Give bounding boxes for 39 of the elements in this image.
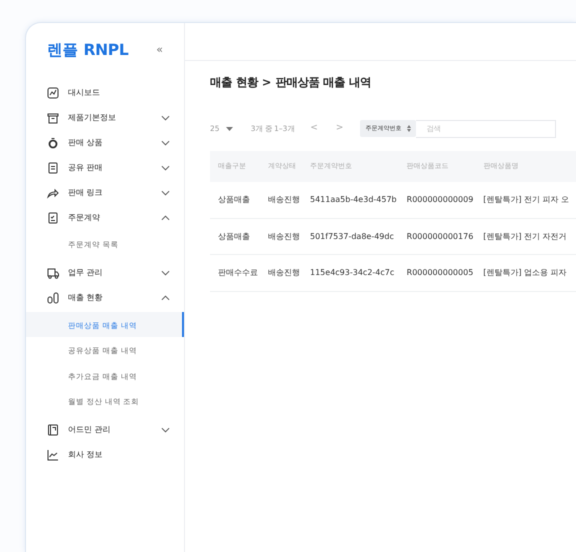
trend-icon bbox=[47, 449, 59, 462]
sidebar-item[interactable]: 회사 정보 bbox=[26, 442, 184, 468]
sidebar-item[interactable]: 대시보드 bbox=[26, 80, 184, 106]
table-cell: R000000000009 bbox=[406, 182, 484, 218]
box-icon bbox=[47, 112, 59, 124]
document-icon bbox=[47, 162, 59, 174]
caret-icon bbox=[226, 126, 233, 132]
sidebar-item[interactable]: 주문계약 bbox=[26, 205, 184, 230]
table-cell: 상품매출 bbox=[210, 182, 268, 218]
table-cell: 115e4c93-34c2-4c7c bbox=[310, 254, 407, 292]
table-cell: R000000000176 bbox=[406, 218, 484, 255]
table-cell: [렌탈특가] 전기 자전거 bbox=[483, 218, 576, 255]
truck-icon bbox=[47, 267, 59, 280]
sidebar-item[interactable]: 업무 관리 bbox=[26, 260, 184, 286]
page-title: 매출 현황 > 판매상품 매출 내역 bbox=[210, 75, 372, 91]
table-cell: 배송진행 bbox=[268, 182, 310, 218]
table-cell: 배송진행 bbox=[268, 218, 310, 255]
table-cell: 상품매출 bbox=[210, 218, 268, 255]
chart-icon bbox=[47, 86, 59, 99]
table-cell: 501f7537-da8e-49dc bbox=[310, 218, 407, 255]
share-icon bbox=[47, 186, 59, 199]
table-cell: 5411aa5b-4e3d-457b bbox=[310, 182, 407, 218]
sort-arrows-icon bbox=[407, 125, 412, 132]
sidebar-item[interactable]: 판매 링크 bbox=[26, 180, 184, 206]
sidebar-item[interactable]: 어드민 관리 bbox=[26, 418, 184, 443]
sidebar-item[interactable]: 판매 상품 bbox=[26, 130, 184, 156]
logo: 렌플 RNPL bbox=[47, 40, 128, 61]
table-cell: 배송진행 bbox=[268, 254, 310, 292]
sidebar-item[interactable]: 공유 판매 bbox=[26, 155, 184, 180]
collapse-button[interactable]: « bbox=[156, 42, 163, 59]
sidebar-item[interactable]: 매출 현황 bbox=[26, 286, 184, 311]
table-cell: R000000000005 bbox=[406, 254, 484, 292]
checklist-icon bbox=[47, 212, 59, 224]
table-cell: [렌탈특가] 업소용 피자 bbox=[483, 254, 576, 292]
table-cell: 판매수수료 bbox=[210, 254, 268, 292]
bar-chart-icon bbox=[47, 292, 59, 304]
panel-icon bbox=[47, 424, 59, 436]
sidebar-item[interactable]: 제품기본정보 bbox=[26, 105, 184, 130]
table-cell: [렌탈특가] 전기 피자 오 bbox=[483, 182, 576, 218]
